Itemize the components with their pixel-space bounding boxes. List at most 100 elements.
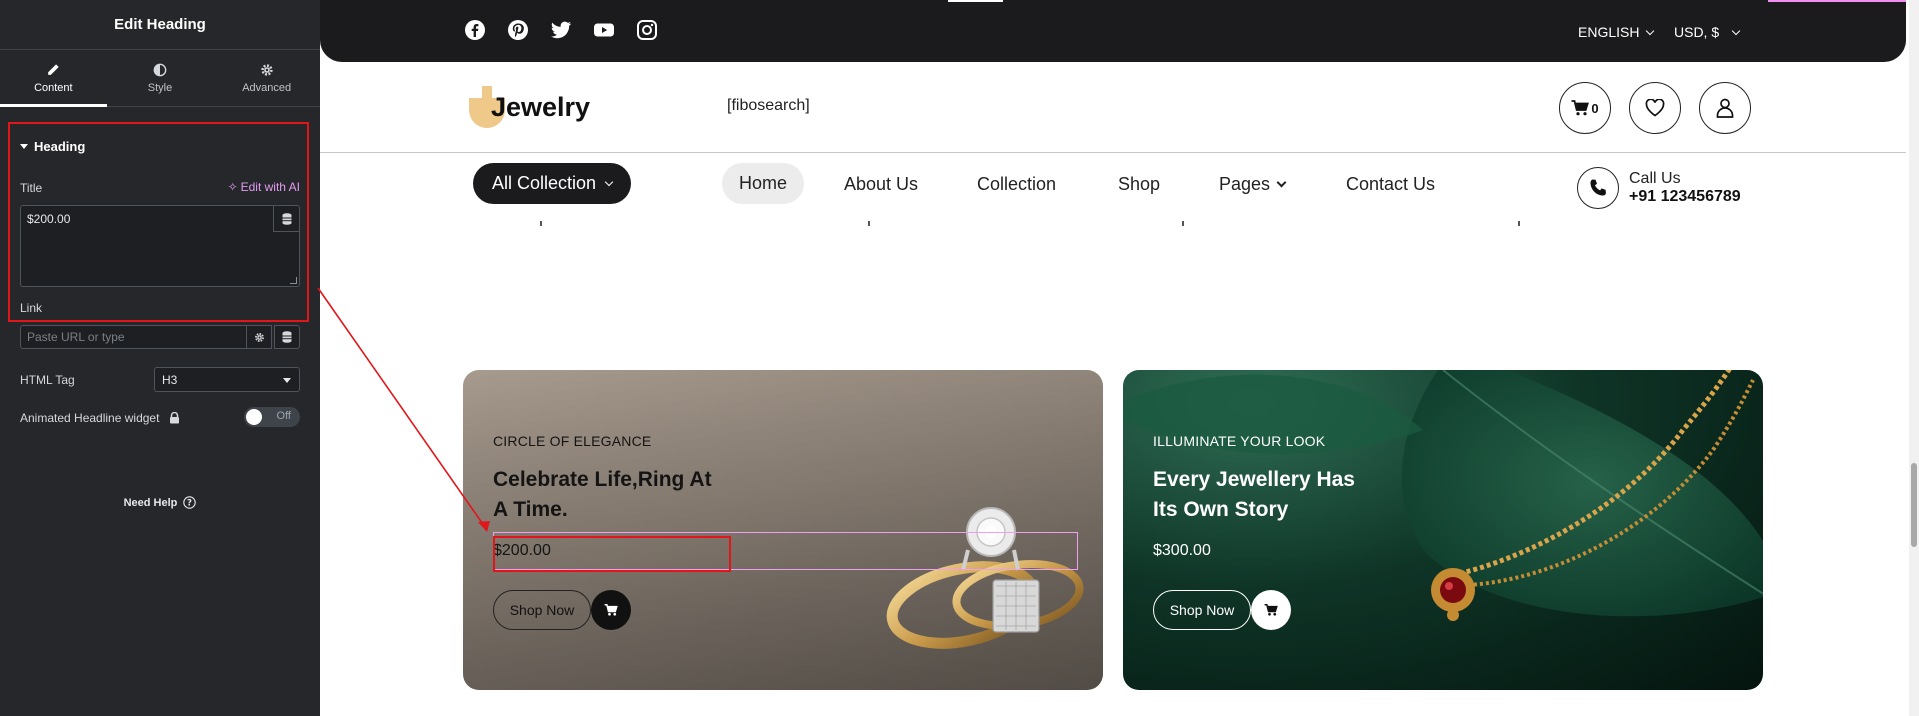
call-us[interactable]: Call Us +91 123456789 [1577,167,1741,209]
cart-icon [604,604,618,616]
nav-about[interactable]: About Us [844,174,918,195]
cart-icon [1264,604,1278,616]
section-heading-label: Heading [34,139,86,154]
logo-text: Jewelry [491,91,591,122]
user-icon [1716,98,1734,118]
database-icon [282,331,292,343]
need-help-link[interactable]: Need Help ? [0,496,320,509]
sparkle-icon: ✧ [227,180,238,194]
pinterest-icon[interactable] [507,19,529,41]
edit-with-ai-button[interactable]: ✧ Edit with AI [228,180,300,194]
wishlist-button[interactable] [1629,82,1681,134]
language-label: ENGLISH [1578,24,1640,40]
help-circle-icon: ? [183,496,197,509]
add-to-cart-button[interactable] [591,590,631,630]
chevron-down-icon [1646,26,1655,35]
tab-advanced-label: Advanced [242,81,292,94]
tab-content-label: Content [34,81,73,94]
caret-down-icon [20,144,28,149]
chevron-down-icon [1731,26,1741,35]
tab-style-label: Style [147,81,173,94]
necklace-image [1123,370,1763,621]
nav-shop[interactable]: Shop [1118,174,1160,195]
promo-banner-necklace: ILLUMINATE YOUR LOOK Every Jewellery Has… [1123,370,1763,690]
title-label: Title [20,181,43,195]
site-logo[interactable]: Jewelry [465,82,590,132]
dynamic-tags-button[interactable] [273,206,299,232]
animated-headline-label: Animated Headline widget [20,411,160,425]
lock-icon [170,412,180,424]
facebook-icon[interactable] [464,19,486,41]
tab-style[interactable]: Style [107,50,214,106]
divider-tick [1518,221,1520,226]
call-text: Call Us +91 123456789 [1629,170,1741,206]
resize-handle[interactable] [290,277,297,284]
html-tag-value: H3 [162,373,178,387]
nav-pages[interactable]: Pages [1219,174,1287,195]
top-bar: ENGLISH USD, $ [320,0,1906,62]
tab-content[interactable]: Content [0,50,107,107]
site-preview: ENGLISH USD, $ Jewelry [fibosearch] 0 Al… [320,0,1919,716]
call-label: Call Us [1629,170,1681,187]
highlight-box [493,536,731,572]
animated-headline-toggle[interactable]: Off [244,407,300,427]
link-input[interactable]: Paste URL or type [20,325,247,349]
link-label: Link [20,301,43,315]
twitter-icon[interactable] [550,19,572,41]
account-button[interactable] [1699,82,1751,134]
banner-headline: Every Jewellery Has Its Own Story [1153,468,1355,521]
chevron-down-icon [604,177,614,187]
heart-icon [1645,99,1665,117]
search-shortcode: [fibosearch] [727,97,810,114]
tab-advanced[interactable]: Advanced [213,50,320,106]
banner-price[interactable]: $300.00 [1153,542,1211,560]
instagram-icon[interactable] [636,19,658,41]
promo-banner-rings: CIRCLE OF ELEGANCE Celebrate Life,Ring A… [463,370,1103,690]
topbar-indicator-pink [1768,0,1906,2]
all-collection-label: All Collection [491,173,597,193]
panel-title: Edit Heading [0,0,320,50]
half-circle-icon [153,63,167,76]
svg-text:?: ? [187,499,192,509]
animated-headline-row: Animated Headline widget [20,411,180,425]
phone-icon [1577,167,1619,209]
toggle-knob [246,409,262,425]
shop-now-button[interactable]: Shop Now [493,590,591,630]
topbar-indicator [948,0,1003,2]
currency-label: USD, $ [1674,24,1720,40]
page-scrollbar[interactable] [1909,0,1919,716]
divider-tick [1182,221,1184,226]
shop-now-button[interactable]: Shop Now [1153,590,1251,630]
gear-icon [254,332,264,342]
link-options-button[interactable] [246,325,272,349]
ring-image [463,370,1103,690]
banner-eyebrow: CIRCLE OF ELEGANCE [493,433,652,449]
banner-eyebrow: ILLUMINATE YOUR LOOK [1153,433,1326,449]
nav-collection[interactable]: Collection [977,174,1056,195]
chevron-down-icon [1276,177,1287,188]
scrollbar-thumb[interactable] [1911,463,1917,547]
gear-icon [260,63,273,76]
caret-down-icon [283,378,291,383]
html-tag-select[interactable]: H3 [154,367,300,392]
editor-panel: Edit Heading Content Style Advanced Head… [0,0,320,716]
cart-button[interactable]: 0 [1559,82,1611,134]
link-dynamic-button[interactable] [274,325,300,349]
title-textarea[interactable]: $200.00 [20,205,300,287]
divider-tick [868,221,870,226]
pencil-icon [48,63,60,75]
cart-count: 0 [1591,100,1599,116]
section-toggle-heading[interactable]: Heading [20,139,85,154]
call-number: +91 123456789 [1629,188,1741,205]
edit-with-ai-label: Edit with AI [240,180,300,194]
panel-tabs: Content Style Advanced [0,50,320,107]
nav-contact[interactable]: Contact Us [1346,174,1435,195]
cart-icon [1571,100,1590,116]
add-to-cart-button[interactable] [1251,590,1291,630]
all-collection-button[interactable]: All Collection [473,163,631,204]
html-tag-label: HTML Tag [20,373,75,387]
youtube-icon[interactable] [593,19,615,41]
nav-home[interactable]: Home [722,163,804,204]
language-selector[interactable]: ENGLISH [1578,24,1655,40]
currency-selector[interactable]: USD, $ [1674,24,1741,40]
